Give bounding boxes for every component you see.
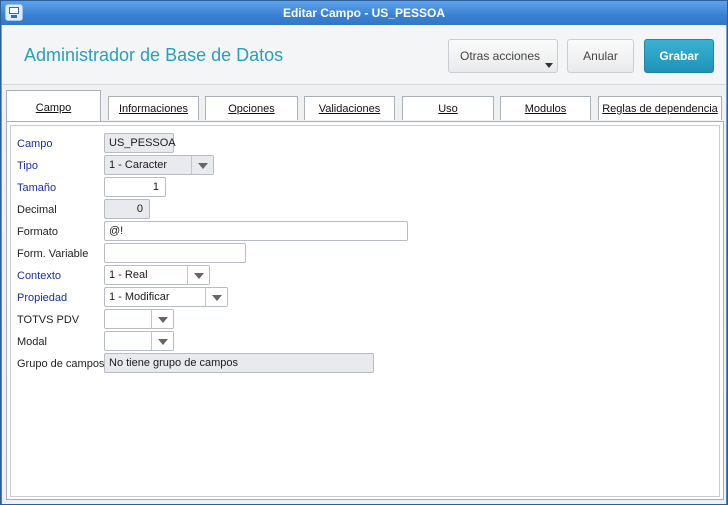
propiedad-label: Propiedad — [17, 292, 68, 304]
form-area: Campo US_PESSOA Tipo 1 - Caracter Tamaño… — [10, 125, 720, 497]
tab-label: Reglas de dependencia — [602, 103, 718, 115]
tipo-select[interactable]: 1 - Caracter — [104, 155, 214, 175]
campo-label: Campo — [17, 138, 53, 150]
tamano-field[interactable]: 1 — [104, 177, 166, 197]
tamano-label: Tamaño — [17, 182, 57, 194]
dialog-window: Editar Campo - US_PESSOA Administrador d… — [0, 0, 728, 505]
chevron-down-icon[interactable] — [187, 266, 209, 284]
tab-campo[interactable]: Campo — [6, 90, 101, 121]
contexto-select[interactable]: 1 - Real — [104, 265, 210, 285]
grupo-de-campos-field[interactable]: No tiene grupo de campos — [104, 353, 374, 373]
modal-label: Modal — [17, 336, 47, 348]
form-variable-field[interactable] — [104, 243, 246, 263]
tipo-label: Tipo — [17, 160, 38, 172]
tab-label: Modulos — [524, 103, 567, 115]
tab-informaciones[interactable]: Informaciones — [108, 96, 199, 120]
dialog-client: Administrador de Base de Datos Otras acc… — [2, 25, 726, 504]
grupo-de-campos-label: Grupo de campos — [17, 358, 105, 370]
tab-label: Validaciones — [318, 103, 381, 115]
chevron-down-icon[interactable] — [191, 156, 213, 174]
tab-validaciones[interactable]: Validaciones — [304, 96, 395, 120]
chevron-down-icon[interactable] — [151, 332, 173, 350]
propiedad-select[interactable]: 1 - Modificar — [104, 287, 228, 307]
app-window-icon[interactable] — [5, 4, 23, 21]
tab-panel-campo: Campo US_PESSOA Tipo 1 - Caracter Tamaño… — [6, 121, 724, 500]
anular-label: Anular — [583, 49, 618, 63]
contexto-label: Contexto — [17, 270, 62, 282]
tab-label: Informaciones — [118, 103, 189, 115]
tab-uso[interactable]: Uso — [402, 96, 494, 120]
tab-reglas-de-dependencia[interactable]: Reglas de dependencia — [598, 96, 722, 120]
title-bar[interactable]: Editar Campo - US_PESSOA — [1, 1, 727, 25]
caret-down-icon — [545, 63, 553, 68]
tab-opciones[interactable]: Opciones — [205, 96, 298, 120]
tab-label: Campo — [35, 102, 72, 114]
otras-acciones-button[interactable]: Otras acciones — [448, 39, 558, 73]
formato-field[interactable]: @! — [104, 221, 408, 241]
decimal-field[interactable]: 0 — [104, 199, 150, 219]
decimal-label: Decimal — [17, 204, 57, 216]
formato-label: Formato — [17, 226, 58, 238]
chevron-down-icon[interactable] — [205, 288, 227, 306]
tab-label: Opciones — [228, 103, 275, 115]
totvs-pdv-select[interactable] — [104, 309, 174, 329]
propiedad-value: 1 - Modificar — [109, 291, 170, 303]
window-title: Editar Campo - US_PESSOA — [282, 6, 446, 20]
tipo-value: 1 - Caracter — [109, 159, 168, 171]
totvs-pdv-label: TOTVS PDV — [17, 314, 80, 326]
tab-modulos[interactable]: Modulos — [500, 96, 591, 120]
contexto-value: 1 - Real — [109, 269, 148, 281]
anular-button[interactable]: Anular — [567, 39, 634, 73]
chevron-down-icon[interactable] — [151, 310, 173, 328]
tab-strip: Campo Informaciones Opciones Validacione… — [2, 89, 726, 121]
campo-field[interactable]: US_PESSOA — [104, 133, 176, 153]
grabar-button[interactable]: Grabar — [644, 39, 714, 73]
otras-acciones-label: Otras acciones — [460, 49, 541, 63]
modal-select[interactable] — [104, 331, 174, 351]
grabar-label: Grabar — [659, 49, 699, 63]
header-bar: Administrador de Base de Datos Otras acc… — [2, 25, 726, 85]
tab-label: Uso — [438, 103, 458, 115]
app-title: Administrador de Base de Datos — [24, 45, 284, 65]
form-variable-label: Form. Variable — [17, 248, 89, 260]
